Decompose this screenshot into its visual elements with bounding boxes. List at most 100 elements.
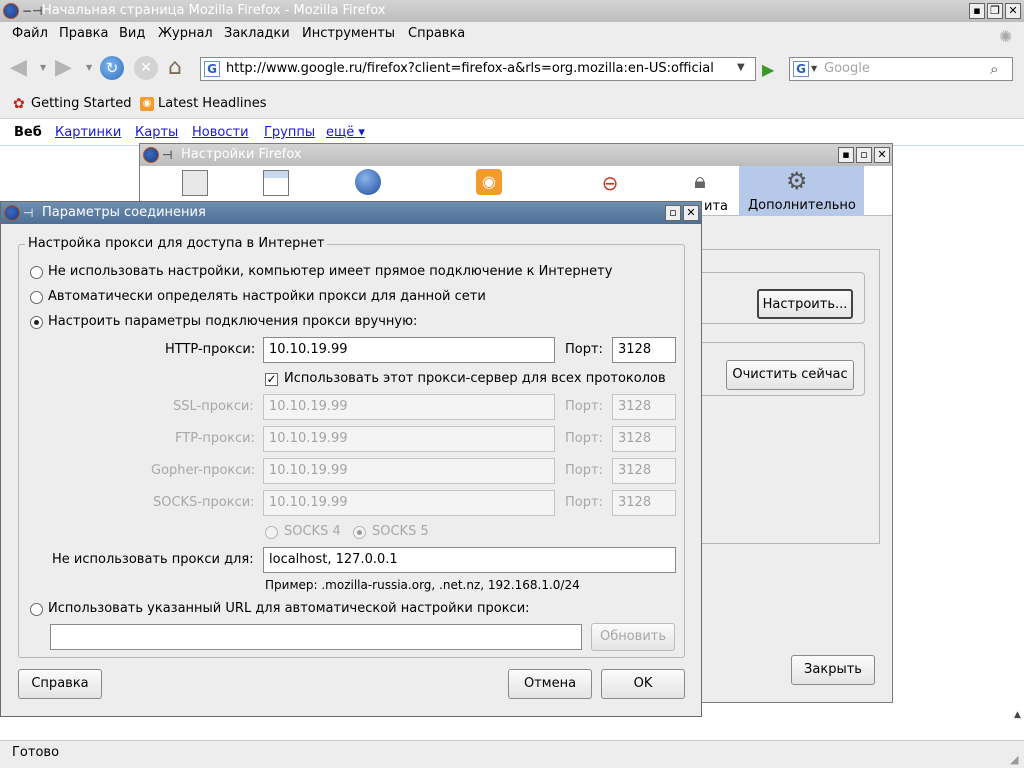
browser-titlebar: −⊣ Начальная страница Mozilla Firefox - … [0, 0, 1024, 22]
tabs-pane-icon[interactable] [263, 170, 289, 196]
stop-icon[interactable]: ✕ [134, 56, 158, 80]
go-icon[interactable]: ▶ [762, 60, 774, 79]
connection-title: Параметры соединения [42, 205, 206, 220]
prefs-minimize-button[interactable]: ▪ [838, 147, 854, 163]
menu-view[interactable]: Вид [119, 26, 145, 41]
url-dropdown-icon[interactable]: ▼ [737, 62, 745, 73]
radio-socks4[interactable] [265, 526, 278, 539]
prefs-maximize-button[interactable]: ▫ [856, 147, 872, 163]
label-use-all-protocols[interactable]: Использовать этот прокси-сервер для всех… [284, 371, 666, 386]
google-nav-more[interactable]: ещё ▾ [326, 125, 365, 140]
socks-proxy-input[interactable]: 10.10.19.99 [263, 490, 555, 516]
menu-history[interactable]: Журнал [158, 26, 213, 41]
prefs-close-button[interactable]: Закрыть [791, 655, 875, 685]
url-text[interactable]: http://www.google.ru/firefox?client=fire… [226, 61, 714, 76]
navigation-toolbar: ◀ ▼ ▶ ▼ ↻ ✕ ⌂ G http://www.google.ru/fir… [0, 49, 1024, 89]
prefs-pin-icon: ⊣ [162, 148, 173, 162]
label-socks-port: Порт: [565, 495, 603, 510]
url-bar[interactable]: G http://www.google.ru/firefox?client=fi… [200, 57, 756, 81]
gopher-proxy-input[interactable]: 10.10.19.99 [263, 458, 555, 484]
forward-dropdown-icon[interactable]: ▼ [86, 63, 92, 72]
conn-pin-icon: ⊣ [23, 206, 34, 220]
menu-help[interactable]: Справка [408, 26, 465, 41]
http-port-input[interactable]: 3128 [612, 337, 676, 363]
label-ftp-proxy: FTP-прокси: [175, 431, 255, 446]
http-proxy-input[interactable]: 10.10.19.99 [263, 337, 555, 363]
google-favicon: G [204, 61, 220, 77]
back-dropdown-icon[interactable]: ▼ [40, 63, 46, 72]
search-placeholder[interactable]: Google [824, 61, 870, 76]
menu-file[interactable]: Файл [12, 26, 48, 41]
ok-button[interactable]: OK [601, 669, 685, 699]
menu-edit[interactable]: Правка [59, 26, 108, 41]
label-http-proxy: HTTP-прокси: [165, 342, 256, 357]
ftp-proxy-input[interactable]: 10.10.19.99 [263, 426, 555, 452]
security-pane-icon[interactable]: 🔒︎ [687, 169, 713, 195]
getting-started-icon: ✿ [13, 96, 25, 112]
label-pac-url[interactable]: Использовать указанный URL для автоматич… [48, 601, 530, 616]
pac-url-input[interactable] [50, 624, 582, 650]
search-engine-dropdown-icon[interactable]: ▼ [811, 64, 817, 73]
content-pane-icon[interactable] [355, 169, 381, 195]
search-engine-icon[interactable]: G [793, 61, 809, 77]
menubar: Файл Правка Вид Журнал Закладки Инструме… [0, 22, 1024, 49]
label-socks4[interactable]: SOCKS 4 [284, 524, 341, 539]
label-no-proxy[interactable]: Не использовать настройки, компьютер име… [48, 264, 612, 279]
ssl-port-input[interactable]: 3128 [612, 394, 676, 420]
ftp-port-input[interactable]: 3128 [612, 426, 676, 452]
radio-manual-proxy[interactable] [30, 316, 43, 329]
resize-grip-icon[interactable]: ◢ [1010, 753, 1018, 766]
forward-icon[interactable]: ▶ [55, 55, 72, 80]
bookmark-latest-headlines[interactable]: Latest Headlines [158, 96, 267, 111]
radio-pac-url[interactable] [30, 603, 43, 616]
home-icon[interactable]: ⌂ [168, 55, 182, 80]
label-manual-proxy[interactable]: Настроить параметры подключения прокси в… [48, 314, 417, 329]
menu-bookmarks[interactable]: Закладки [224, 26, 290, 41]
clear-cache-button[interactable]: Очистить сейчас [726, 360, 854, 390]
feeds-pane-icon[interactable]: ◉ [476, 169, 502, 195]
search-bar[interactable]: G ▼ Google ⌕ [789, 57, 1013, 81]
conn-close-window-button[interactable]: ✕ [683, 205, 699, 221]
pin-icon: −⊣ [22, 4, 43, 18]
socks-port-input[interactable]: 3128 [612, 490, 676, 516]
main-pane-icon[interactable] [182, 170, 208, 196]
help-button[interactable]: Справка [18, 669, 102, 699]
reload-pac-button[interactable]: Обновить [591, 623, 675, 651]
menu-tools[interactable]: Инструменты [302, 26, 395, 41]
cancel-button[interactable]: Отмена [508, 669, 592, 699]
security-pane-label[interactable]: ита [704, 199, 728, 214]
privacy-pane-icon[interactable]: ⊖ [597, 170, 623, 196]
scroll-up-icon[interactable]: ▲ [1014, 710, 1021, 720]
ssl-proxy-input[interactable]: 10.10.19.99 [263, 394, 555, 420]
radio-auto-detect[interactable] [30, 291, 43, 304]
google-nav-images[interactable]: Картинки [55, 125, 121, 140]
google-nav-maps[interactable]: Карты [135, 125, 178, 140]
preferences-title: Настройки Firefox [181, 147, 302, 162]
google-nav-news[interactable]: Новости [192, 125, 249, 140]
radio-no-proxy[interactable] [30, 266, 43, 279]
search-icon[interactable]: ⌕ [990, 60, 998, 78]
configure-connection-button[interactable]: Настроить... [757, 289, 853, 319]
gear-icon: ⚙ [786, 167, 808, 195]
conn-maximize-button[interactable]: ▫ [665, 205, 681, 221]
gopher-port-input[interactable]: 3128 [612, 458, 676, 484]
minimize-button[interactable]: ▪ [969, 3, 985, 19]
scrollbar[interactable]: ▲ [1013, 710, 1024, 740]
label-gopher-proxy: Gopher-прокси: [151, 463, 256, 478]
close-window-button[interactable]: ✕ [1005, 3, 1021, 19]
browser-title: Начальная страница Mozilla Firefox - Moz… [42, 3, 386, 18]
statusbar: Готово ◢ [0, 740, 1024, 768]
back-icon[interactable]: ◀ [10, 55, 27, 80]
label-socks5[interactable]: SOCKS 5 [372, 524, 429, 539]
radio-socks5[interactable] [353, 526, 366, 539]
label-auto-detect[interactable]: Автоматически определять настройки прокс… [48, 289, 486, 304]
use-all-protocols-checkbox[interactable]: ✓ [265, 373, 278, 386]
prefs-close-window-button[interactable]: ✕ [874, 147, 890, 163]
no-proxy-for-input[interactable]: localhost, 127.0.0.1 [263, 547, 676, 573]
google-nav-groups[interactable]: Группы [264, 125, 315, 140]
reload-icon[interactable]: ↻ [100, 56, 124, 80]
advanced-pane-tab[interactable]: ⚙ Дополнительно [739, 166, 864, 216]
maximize-button[interactable]: ❐ [987, 3, 1003, 19]
connection-settings-dialog: ⊣ Параметры соединения ▫ ✕ Настройка про… [0, 201, 702, 717]
bookmark-getting-started[interactable]: Getting Started [31, 96, 132, 111]
